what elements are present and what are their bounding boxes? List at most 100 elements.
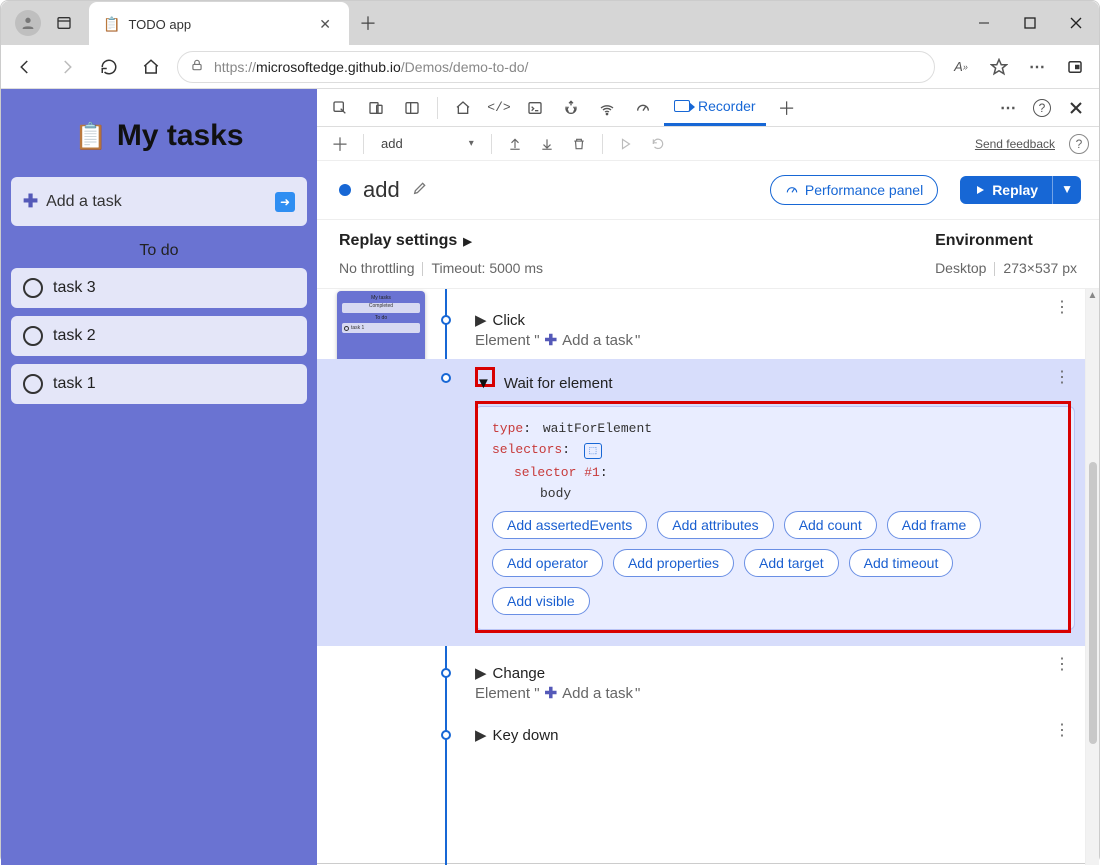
submit-icon[interactable]: ➜: [275, 192, 295, 212]
step-marker-icon: [441, 373, 451, 383]
collapse-icon[interactable]: ▼: [476, 375, 491, 392]
window-maximize-button[interactable]: [1007, 1, 1053, 45]
recorder-timeline: My tasksCompletedTo dotask 1 ▶Click Elem…: [317, 289, 1085, 865]
export-button[interactable]: [502, 131, 528, 157]
lock-icon: [190, 58, 204, 75]
step-keydown[interactable]: ▶Key down ⋮: [317, 712, 1085, 754]
devtools-help-icon[interactable]: ?: [1027, 93, 1057, 123]
address-bar: https://microsoftedge.github.io/Demos/de…: [1, 45, 1099, 89]
step-menu-icon[interactable]: ⋮: [1054, 720, 1071, 740]
step-marker-icon: [441, 315, 451, 325]
clipboard-icon: 📋: [74, 121, 106, 152]
recorder-toolbar: ＋ add ▾ Send feedback ?: [317, 127, 1099, 161]
replay-settings: Replay settings▶ No throttlingTimeout: 5…: [317, 220, 1099, 289]
chip-add-properties[interactable]: Add properties: [613, 549, 734, 577]
chip-add-timeout[interactable]: Add timeout: [849, 549, 954, 577]
network-tab-icon[interactable]: [592, 93, 622, 123]
step-wait-for-element[interactable]: ▼Wait for element ⋮ type: waitForElement…: [317, 359, 1085, 646]
chip-add-visible[interactable]: Add visible: [492, 587, 590, 615]
step-menu-icon[interactable]: ⋮: [1054, 654, 1071, 674]
selector-picker-icon[interactable]: ⬚: [584, 443, 602, 459]
new-recording-button[interactable]: ＋: [327, 131, 353, 157]
window-titlebar: 📋 TODO app ✕ ＋: [1, 1, 1099, 45]
performance-tab-icon[interactable]: [628, 93, 658, 123]
devtools-tabs: </> Recorder ＋ ⋯ ?: [317, 89, 1099, 127]
welcome-tab-icon[interactable]: [448, 93, 478, 123]
devtools-panel: </> Recorder ＋ ⋯ ? ＋ add ▾: [317, 89, 1099, 865]
page-content: 📋 My tasks ✚ Add a task ➜ To do task 3 t…: [1, 89, 317, 865]
toolbar-help-icon[interactable]: ?: [1069, 134, 1089, 154]
tab-label: Recorder: [698, 98, 756, 114]
expand-icon[interactable]: ▶: [475, 311, 487, 329]
devtools-close-icon[interactable]: [1061, 93, 1091, 123]
chip-add-attributes[interactable]: Add attributes: [657, 511, 773, 539]
performance-panel-button[interactable]: Performance panel: [770, 175, 938, 205]
checkbox-icon[interactable]: [23, 374, 43, 394]
checkbox-icon[interactable]: [23, 326, 43, 346]
inspect-icon[interactable]: [325, 93, 355, 123]
window-close-button[interactable]: [1053, 1, 1099, 45]
chip-add-operator[interactable]: Add operator: [492, 549, 603, 577]
more-icon[interactable]: ⋯: [1021, 51, 1053, 83]
task-item[interactable]: task 2: [11, 316, 307, 356]
chevron-down-icon: ▾: [469, 138, 474, 149]
recording-name: add: [363, 177, 400, 203]
plus-icon: ✚: [23, 191, 38, 212]
recording-header: add Performance panel Replay ▼: [317, 161, 1099, 220]
step-button: [645, 131, 671, 157]
favorite-icon[interactable]: [983, 51, 1015, 83]
vertical-scrollbar[interactable]: ▲: [1085, 289, 1099, 865]
dock-icon[interactable]: [397, 93, 427, 123]
device-icon[interactable]: [361, 93, 391, 123]
task-item[interactable]: task 1: [11, 364, 307, 404]
devtools-more-icon[interactable]: ⋯: [993, 93, 1023, 123]
replay-settings-title[interactable]: Replay settings▶: [339, 232, 543, 250]
read-aloud-icon[interactable]: A»: [945, 51, 977, 83]
chip-add-count[interactable]: Add count: [784, 511, 877, 539]
replay-dropdown[interactable]: ▼: [1052, 176, 1081, 204]
tab-favicon-icon: 📋: [103, 16, 120, 33]
collections-icon[interactable]: [1059, 51, 1091, 83]
step-menu-icon[interactable]: ⋮: [1054, 297, 1071, 317]
refresh-button[interactable]: [93, 51, 125, 83]
chip-add-target[interactable]: Add target: [744, 549, 839, 577]
sources-tab-icon[interactable]: [556, 93, 586, 123]
delete-button[interactable]: [566, 131, 592, 157]
step-marker-icon: [441, 668, 451, 678]
url-text: https://microsoftedge.github.io/Demos/de…: [214, 59, 528, 75]
recording-selector[interactable]: add ▾: [374, 132, 481, 155]
recording-status-icon: [339, 184, 351, 196]
elements-tab-icon[interactable]: </>: [484, 93, 514, 123]
import-button[interactable]: [534, 131, 560, 157]
window-minimize-button[interactable]: [961, 1, 1007, 45]
profile-icon[interactable]: [15, 10, 41, 36]
step-click[interactable]: ▶Click Element "✚Add a task" ⋮: [317, 289, 1085, 359]
chip-add-assertedevents[interactable]: Add assertedEvents: [492, 511, 647, 539]
add-task-input[interactable]: ✚ Add a task ➜: [11, 177, 307, 226]
step-change[interactable]: ▶Change Element "✚Add a task" ⋮: [317, 646, 1085, 712]
send-feedback-link[interactable]: Send feedback: [975, 137, 1055, 151]
back-button[interactable]: [9, 51, 41, 83]
new-tab-button[interactable]: ＋: [349, 4, 387, 42]
scroll-thumb[interactable]: [1089, 462, 1097, 744]
step-menu-icon[interactable]: ⋮: [1054, 367, 1071, 387]
url-input[interactable]: https://microsoftedge.github.io/Demos/de…: [177, 51, 935, 83]
edit-icon[interactable]: [412, 180, 428, 201]
add-tab-button[interactable]: ＋: [772, 93, 802, 123]
tab-close-icon[interactable]: ✕: [315, 14, 335, 35]
home-button[interactable]: [135, 51, 167, 83]
checkbox-icon[interactable]: [23, 278, 43, 298]
section-header: To do: [11, 242, 307, 260]
expand-icon[interactable]: ▶: [475, 726, 487, 744]
console-tab-icon[interactable]: [520, 93, 550, 123]
tab-actions-icon[interactable]: [51, 10, 77, 36]
browser-tab[interactable]: 📋 TODO app ✕: [89, 2, 349, 46]
expand-icon[interactable]: ▶: [475, 664, 487, 682]
step-marker-icon: [441, 730, 451, 740]
chip-add-frame[interactable]: Add frame: [887, 511, 982, 539]
scroll-up-icon[interactable]: ▲: [1088, 289, 1098, 302]
replay-button[interactable]: Replay: [960, 176, 1052, 204]
task-item[interactable]: task 3: [11, 268, 307, 308]
step-detail-panel: type: waitForElement selectors: ⬚ select…: [475, 406, 1075, 630]
tab-recorder[interactable]: Recorder: [664, 90, 766, 126]
